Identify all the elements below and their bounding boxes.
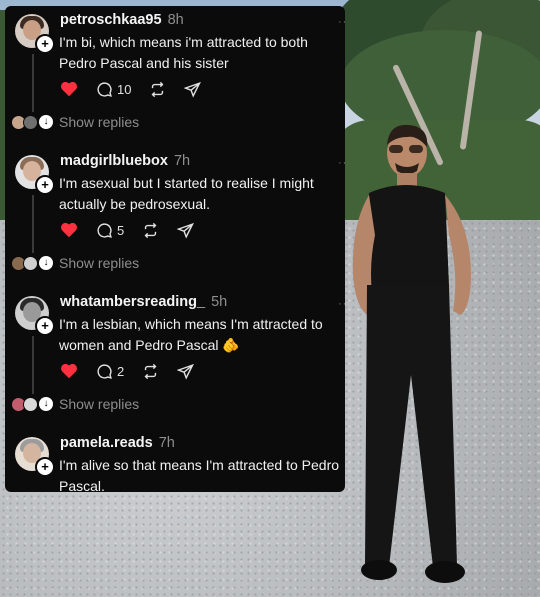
reply-button[interactable]: 10 bbox=[96, 81, 131, 98]
person-figure bbox=[352, 124, 471, 583]
comment-text: I'm a lesbian, which means I'm attracted… bbox=[59, 316, 323, 353]
send-icon bbox=[177, 363, 195, 380]
repost-icon bbox=[152, 81, 164, 97]
reply-button[interactable]: 2 bbox=[96, 363, 124, 380]
share-button[interactable] bbox=[177, 222, 195, 239]
follow-plus-icon[interactable]: + bbox=[35, 457, 55, 477]
reply-count: 5 bbox=[117, 222, 125, 238]
comment-actions: 5 bbox=[60, 220, 212, 240]
comment-header: pamela.reads 7h bbox=[60, 435, 175, 451]
thread-line bbox=[32, 336, 34, 394]
reply-count: 2 bbox=[117, 363, 125, 379]
repost-icon bbox=[144, 222, 157, 238]
follow-plus-icon[interactable]: + bbox=[35, 316, 55, 336]
arrow-down-icon: ↓ bbox=[39, 115, 53, 129]
heart-icon bbox=[61, 222, 77, 238]
show-replies-link[interactable]: Show replies bbox=[59, 114, 139, 130]
more-options-icon[interactable]: ·· bbox=[338, 298, 345, 310]
username[interactable]: whatambersreading_ bbox=[60, 294, 205, 310]
comment-bubble-icon bbox=[97, 363, 112, 379]
comment-bubble-icon bbox=[97, 222, 112, 238]
repost-icon bbox=[144, 363, 157, 379]
comments-panel: + petroschkaa95 8h I'm bi, which means i'… bbox=[5, 6, 345, 492]
send-icon bbox=[184, 81, 202, 98]
comment-actions: 2 bbox=[60, 361, 212, 381]
heart-icon bbox=[61, 363, 77, 379]
reply-button[interactable]: 5 bbox=[96, 222, 124, 239]
reply-count: 10 bbox=[117, 81, 132, 97]
timestamp: 8h bbox=[167, 12, 184, 28]
like-button[interactable] bbox=[60, 363, 78, 379]
repost-button[interactable] bbox=[142, 363, 159, 380]
comment-text: I'm bi, which means i'm attracted to bot… bbox=[59, 34, 308, 71]
send-icon bbox=[177, 222, 195, 239]
show-replies-link[interactable]: Show replies bbox=[59, 255, 139, 271]
show-replies-link[interactable]: Show replies bbox=[59, 396, 139, 412]
comment-actions: 10 bbox=[60, 79, 219, 99]
username[interactable]: madgirlbluebox bbox=[60, 153, 168, 169]
comment-header: madgirlbluebox 7h bbox=[60, 153, 190, 169]
comment-text: I'm alive so that means I'm attracted to… bbox=[59, 457, 340, 492]
timestamp: 7h bbox=[173, 153, 191, 169]
timestamp: 5h bbox=[211, 294, 228, 310]
repost-button[interactable] bbox=[149, 81, 166, 98]
username[interactable]: petroschkaa95 bbox=[60, 12, 162, 28]
comment-header: petroschkaa95 8h bbox=[60, 12, 184, 28]
show-replies-row[interactable]: ↓ Show replies bbox=[11, 254, 139, 272]
more-options-icon[interactable]: ·· bbox=[338, 157, 345, 169]
share-button[interactable] bbox=[177, 363, 195, 380]
thread-line bbox=[32, 195, 34, 253]
show-replies-row[interactable]: ↓ Show replies bbox=[11, 113, 139, 131]
heart-icon bbox=[61, 81, 77, 97]
comment-header: whatambersreading_ 5h bbox=[60, 294, 227, 310]
repost-button[interactable] bbox=[142, 222, 159, 239]
comment-text: I'm asexual but I started to realise I m… bbox=[59, 175, 314, 212]
thread-line bbox=[32, 54, 34, 112]
share-button[interactable] bbox=[184, 81, 202, 98]
arrow-down-icon: ↓ bbox=[39, 397, 53, 411]
follow-plus-icon[interactable]: + bbox=[35, 175, 55, 195]
comment-bubble-icon bbox=[97, 81, 112, 97]
like-button[interactable] bbox=[60, 81, 78, 97]
arrow-down-icon: ↓ bbox=[39, 256, 53, 270]
follow-plus-icon[interactable]: + bbox=[35, 34, 55, 54]
like-button[interactable] bbox=[60, 222, 78, 238]
show-replies-row[interactable]: ↓ Show replies bbox=[11, 395, 139, 413]
more-options-icon[interactable]: ·· bbox=[338, 16, 345, 28]
username[interactable]: pamela.reads bbox=[60, 435, 153, 451]
timestamp: 7h bbox=[158, 435, 175, 451]
